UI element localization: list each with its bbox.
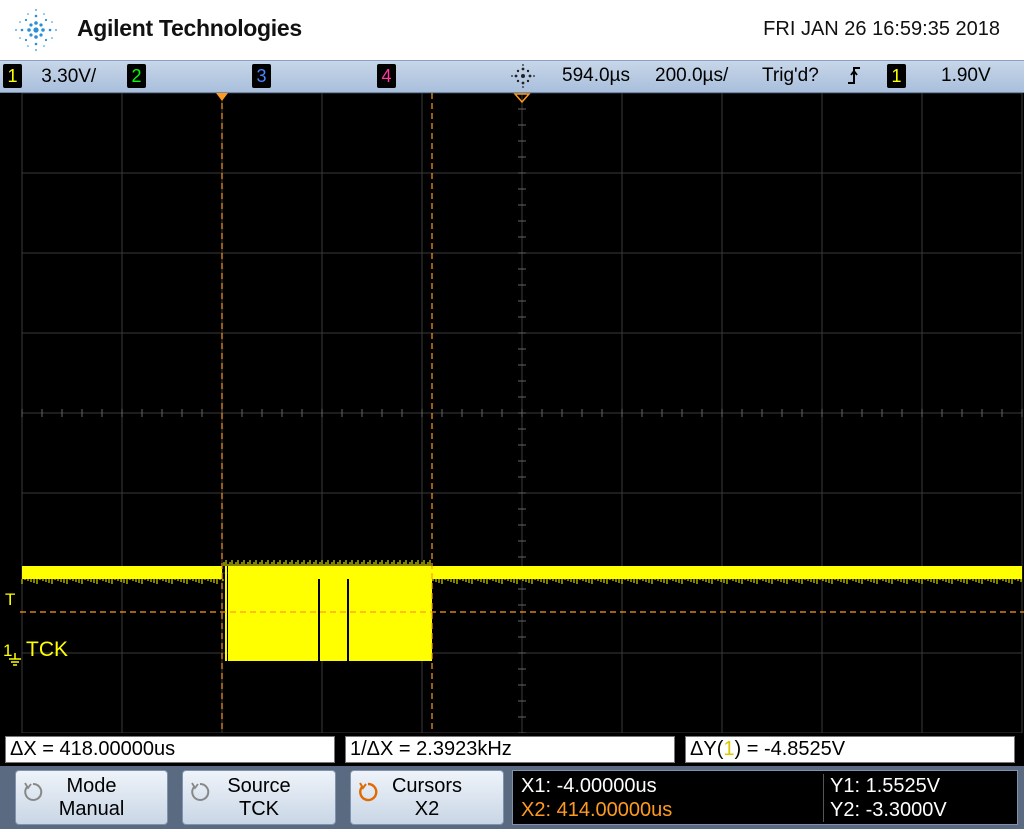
delay-value[interactable]: 594.0µs <box>562 64 630 88</box>
cursors-softkey[interactable]: Cursors X2 <box>350 770 504 825</box>
source-softkey[interactable]: Source TCK <box>182 770 336 825</box>
acquisition-icon <box>510 63 536 88</box>
ground-icon <box>9 653 21 666</box>
cursor-y2-value: Y2: -3.3000V <box>830 799 947 821</box>
inverse-delta-x-readout: 1/ΔX = 2.3923kHz <box>345 736 675 763</box>
cursor-readout: X1: -4.00000us X2: 414.00000us Y1: 1.552… <box>512 770 1018 825</box>
trigger-marker[interactable]: T <box>5 590 15 610</box>
agilent-logo-icon <box>15 9 57 51</box>
channel-3-badge: 3 <box>252 64 271 88</box>
brand-name: Agilent Technologies <box>77 15 302 41</box>
cursor-x1-marker <box>216 93 228 101</box>
knob-icon <box>24 782 43 801</box>
delta-y-value: ) = -4.8525V <box>734 738 846 760</box>
softkey-bar: Mode Manual Source TCK Cursors X2 X1: -4… <box>0 766 1024 829</box>
trigger-edge-icon <box>846 64 862 88</box>
channel-2-indicator[interactable]: 2 <box>127 64 146 88</box>
mode-softkey[interactable]: Mode Manual <box>15 770 168 825</box>
channel-1-badge: 1 <box>3 64 22 88</box>
trigger-source-badge: 1 <box>887 64 906 88</box>
channel-3-indicator[interactable]: 3 <box>252 64 271 88</box>
delta-y-channel: 1 <box>723 738 735 760</box>
knob-icon <box>191 782 210 801</box>
delta-x-readout: ΔX = 418.00000us <box>5 736 335 763</box>
channel-4-indicator[interactable]: 4 <box>377 64 396 88</box>
trigger-source[interactable]: 1 <box>887 64 906 88</box>
channel-2-badge: 2 <box>127 64 146 88</box>
knob-active-icon <box>359 782 378 802</box>
status-bar: 1 3.30V/ 2 3 4 594.0µs 200.0µs/ Trig'd? … <box>0 60 1024 93</box>
cursor-y1-value: Y1: 1.5525V <box>830 775 941 797</box>
delta-y-readout: ΔY(1) = -4.8525V <box>685 736 1015 763</box>
waveform-graticule <box>20 92 1024 734</box>
header: Agilent Technologies FRI JAN 26 16:59:35… <box>0 0 1024 60</box>
cursor-y-column: Y1: 1.5525V Y2: -3.3000V <box>823 774 947 822</box>
channel-1-indicator[interactable]: 1 3.30V/ <box>3 64 96 88</box>
waveform-display[interactable]: T 1 TCK <box>0 92 1024 734</box>
channel-1-scale: 3.30V/ <box>41 66 97 87</box>
cursor-x2-value: X2: 414.00000us <box>521 799 673 821</box>
cursor-x-column: X1: -4.00000us X2: 414.00000us <box>521 774 672 822</box>
channel-4-badge: 4 <box>377 64 396 88</box>
measurement-bar: ΔX = 418.00000us 1/ΔX = 2.3923kHz ΔY(1) … <box>0 733 1024 766</box>
trigger-status: Trig'd? <box>762 65 819 86</box>
timebase-value[interactable]: 200.0µs/ <box>655 64 728 88</box>
delta-y-prefix: ΔY( <box>690 738 724 760</box>
waveform-label: TCK <box>26 638 68 661</box>
datetime: FRI JAN 26 16:59:35 2018 <box>763 18 1000 40</box>
graticule-grid <box>21 92 1023 734</box>
cursor-x1-value: X1: -4.00000us <box>521 775 657 797</box>
trigger-level[interactable]: 1.90V <box>941 64 991 88</box>
